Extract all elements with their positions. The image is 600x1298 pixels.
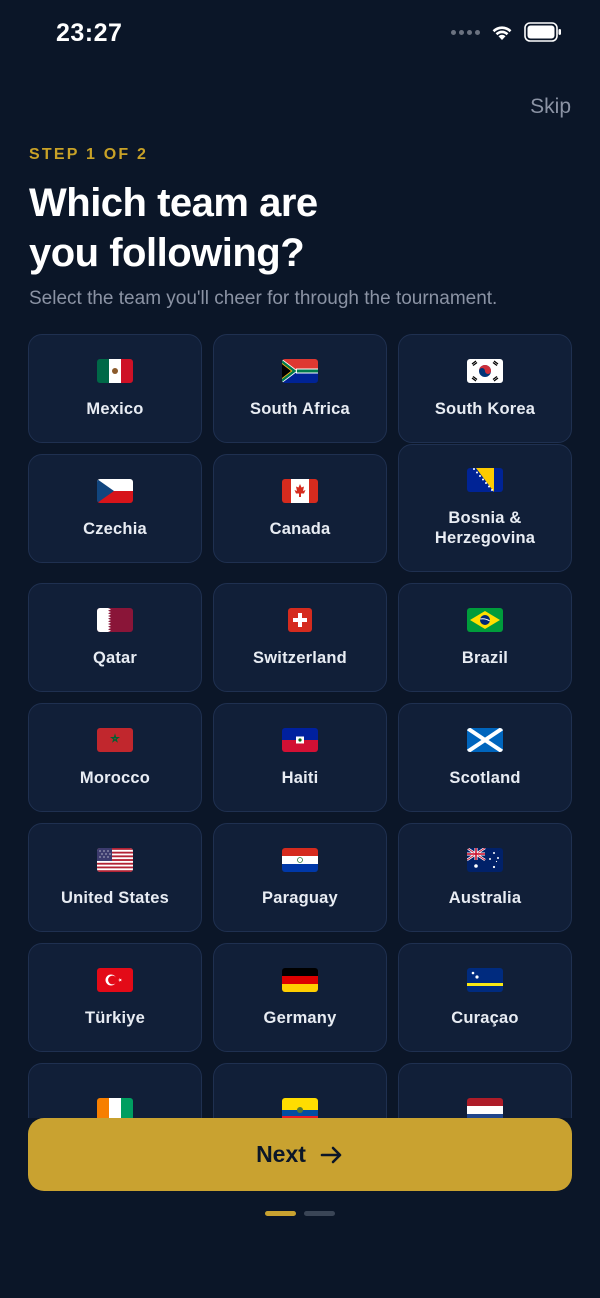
qatar-flag-icon [97, 607, 133, 632]
team-name: Morocco [79, 768, 151, 787]
page-dot [304, 1211, 335, 1216]
team-card-brazil[interactable]: Brazil [398, 583, 572, 692]
wifi-icon [492, 26, 512, 40]
team-card-haiti[interactable]: Haiti [213, 703, 387, 812]
team-name: Qatar [92, 648, 138, 667]
curacao-flag-icon [467, 967, 503, 992]
team-card-ivory-coast[interactable] [28, 1063, 202, 1118]
germany-flag-icon [282, 967, 318, 992]
mexico-flag-icon [97, 358, 133, 383]
team-name: Czechia [83, 519, 147, 538]
next-button[interactable]: Next [28, 1118, 572, 1191]
team-card-united-states[interactable]: United States [28, 823, 202, 932]
team-card-mexico[interactable]: Mexico [28, 334, 202, 443]
team-name: Brazil [461, 648, 509, 667]
team-card-scotland[interactable]: Scotland [398, 703, 572, 812]
team-name: Paraguay [262, 888, 338, 907]
arrow-right-icon [320, 1146, 342, 1163]
team-name: South Korea [434, 399, 536, 418]
south-korea-flag-icon [467, 358, 503, 383]
team-grid-scroll[interactable]: Mexico South Africa South Korea Czechia … [0, 320, 600, 1118]
status-time: 23:27 [56, 19, 123, 47]
team-card-bosnia[interactable]: Bosnia & Herzegovina [398, 444, 572, 572]
page-indicator [265, 1211, 335, 1216]
turkiye-flag-icon [97, 967, 133, 992]
team-card-germany[interactable]: Germany [213, 943, 387, 1052]
next-button-label: Next [256, 1141, 306, 1167]
status-bar: 23:27 [0, 0, 600, 70]
team-name: Canada [269, 519, 331, 538]
haiti-flag-icon [282, 727, 318, 752]
netherlands-flag-icon [467, 1097, 503, 1118]
bosnia-flag-icon [467, 468, 503, 492]
team-card-curacao[interactable]: Curaçao [398, 943, 572, 1052]
team-card-ecuador[interactable] [213, 1063, 387, 1118]
usa-flag-icon [97, 847, 133, 872]
team-name: United States [60, 888, 170, 907]
team-name: Bosnia & Herzegovina [435, 508, 535, 548]
team-card-netherlands[interactable] [398, 1063, 572, 1118]
team-card-qatar[interactable]: Qatar [28, 583, 202, 692]
step-indicator: STEP 1 OF 2 [29, 146, 149, 163]
team-card-australia[interactable]: Australia [398, 823, 572, 932]
team-card-morocco[interactable]: Morocco [28, 703, 202, 812]
scotland-flag-icon [467, 727, 503, 752]
team-card-turkiye[interactable]: Türkiye [28, 943, 202, 1052]
czechia-flag-icon [97, 478, 133, 503]
page-title: Which team are you following? [29, 178, 449, 278]
team-name: Curaçao [451, 1008, 519, 1027]
team-grid: Mexico South Africa South Korea Czechia … [28, 334, 572, 1118]
team-name-line-2: Herzegovina [434, 529, 536, 547]
team-card-paraguay[interactable]: Paraguay [213, 823, 387, 932]
team-name: Mexico [86, 399, 144, 418]
team-card-czechia[interactable]: Czechia [28, 454, 202, 563]
ivory-coast-flag-icon [97, 1097, 133, 1118]
skip-button[interactable]: Skip [530, 95, 571, 119]
ecuador-flag-icon [282, 1097, 318, 1118]
australia-flag-icon [467, 847, 503, 872]
page-title-line-1: Which team are [29, 181, 318, 225]
team-name: Switzerland [253, 648, 347, 667]
team-card-switzerland[interactable]: Switzerland [213, 583, 387, 692]
status-icons [451, 22, 562, 42]
paraguay-flag-icon [282, 847, 318, 872]
cellular-signal-icon [451, 29, 480, 35]
brazil-flag-icon [467, 607, 503, 632]
team-name: Scotland [449, 768, 521, 787]
page-dot-active [265, 1211, 296, 1216]
team-card-south-korea[interactable]: South Korea [398, 334, 572, 443]
team-card-canada[interactable]: Canada [213, 454, 387, 563]
battery-icon [524, 22, 561, 42]
team-name: Haiti [281, 768, 319, 787]
team-name-line-1: Bosnia & [448, 509, 522, 527]
canada-flag-icon [282, 478, 318, 503]
team-name: Türkiye [84, 1008, 146, 1027]
page-title-line-2: you following? [29, 231, 305, 275]
page-subtitle: Select the team you'll cheer for through… [29, 288, 498, 309]
team-name: Germany [263, 1008, 337, 1027]
team-name: Australia [448, 888, 522, 907]
morocco-flag-icon [97, 727, 133, 752]
team-name: South Africa [250, 399, 350, 418]
south-africa-flag-icon [282, 358, 318, 383]
switzerland-flag-icon [288, 607, 312, 632]
team-card-south-africa[interactable]: South Africa [213, 334, 387, 443]
